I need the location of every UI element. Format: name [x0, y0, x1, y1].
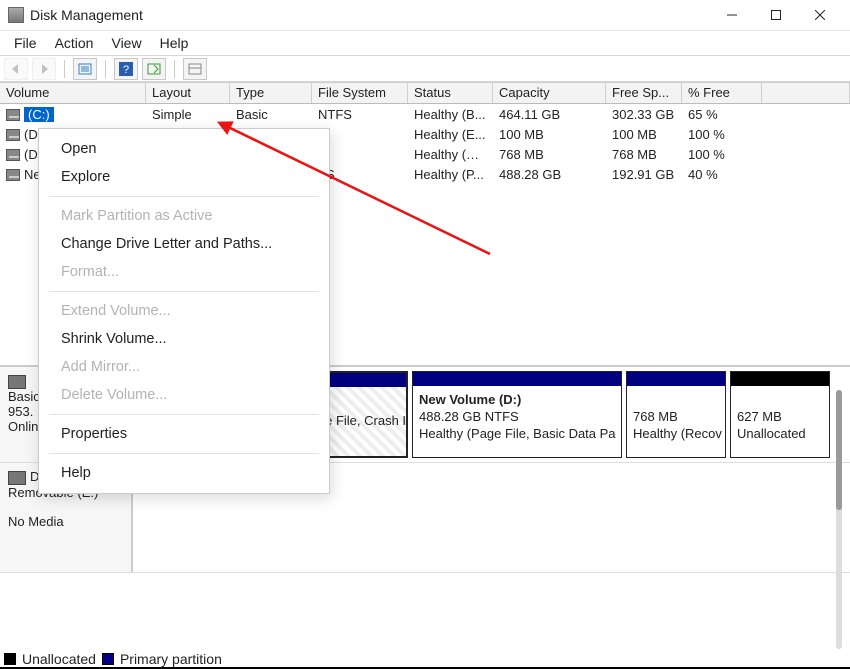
volume-label: (C:) — [24, 107, 54, 122]
app-icon — [8, 7, 24, 23]
disk-icon — [8, 471, 26, 485]
menu-view[interactable]: View — [103, 31, 149, 55]
toolbar-refresh-icon[interactable] — [142, 58, 166, 80]
ctx-help[interactable]: Help — [39, 459, 329, 487]
svg-text:?: ? — [123, 64, 129, 76]
ctx-open[interactable]: Open — [39, 135, 329, 163]
ctx-mark-active: Mark Partition as Active — [39, 202, 329, 230]
ctx-format: Format... — [39, 258, 329, 286]
window-title: Disk Management — [30, 7, 143, 23]
volume-columns: Volume Layout Type File System Status Ca… — [0, 82, 850, 104]
menubar: File Action View Help — [0, 30, 850, 56]
menu-help[interactable]: Help — [152, 31, 197, 55]
toolbar-list-icon[interactable] — [183, 58, 207, 80]
partition[interactable]: 768 MB Healthy (Recov — [626, 371, 726, 458]
col-volume[interactable]: Volume — [0, 83, 146, 103]
volume-row[interactable]: (C:) Simple Basic NTFS Healthy (B... 464… — [0, 104, 850, 124]
scrollbar[interactable] — [836, 390, 842, 649]
forward-button — [32, 58, 56, 80]
toolbar: ? — [0, 56, 850, 82]
toolbar-settings-icon[interactable] — [73, 58, 97, 80]
drive-icon — [6, 149, 20, 161]
close-button[interactable] — [798, 0, 842, 30]
col-type[interactable]: Type — [230, 83, 312, 103]
col-status[interactable]: Status — [408, 83, 493, 103]
drive-icon — [6, 109, 20, 121]
ctx-explore[interactable]: Explore — [39, 163, 329, 191]
ctx-properties[interactable]: Properties — [39, 420, 329, 448]
col-pct[interactable]: % Free — [682, 83, 762, 103]
disk-icon — [8, 375, 26, 389]
maximize-button[interactable] — [754, 0, 798, 30]
partition[interactable]: New Volume (D:) 488.28 GB NTFS Healthy (… — [412, 371, 622, 458]
minimize-button[interactable] — [710, 0, 754, 30]
col-capacity[interactable]: Capacity — [493, 83, 606, 103]
ctx-shrink[interactable]: Shrink Volume... — [39, 325, 329, 353]
col-free[interactable]: Free Sp... — [606, 83, 682, 103]
titlebar: Disk Management — [0, 0, 850, 30]
legend: Unallocated Primary partition — [4, 651, 222, 667]
legend-swatch-primary — [102, 653, 114, 665]
context-menu: Open Explore Mark Partition as Active Ch… — [38, 128, 330, 494]
ctx-change-letter[interactable]: Change Drive Letter and Paths... — [39, 230, 329, 258]
menu-file[interactable]: File — [6, 31, 45, 55]
menu-action[interactable]: Action — [47, 31, 102, 55]
col-layout[interactable]: Layout — [146, 83, 230, 103]
ctx-extend: Extend Volume... — [39, 297, 329, 325]
legend-swatch-unallocated — [4, 653, 16, 665]
back-button — [4, 58, 28, 80]
drive-icon — [6, 169, 20, 181]
col-fs[interactable]: File System — [312, 83, 408, 103]
partition-unallocated[interactable]: 627 MB Unallocated — [730, 371, 830, 458]
ctx-delete: Delete Volume... — [39, 381, 329, 409]
ctx-mirror: Add Mirror... — [39, 353, 329, 381]
drive-icon — [6, 129, 20, 141]
help-icon[interactable]: ? — [114, 58, 138, 80]
scrollbar-thumb[interactable] — [836, 390, 842, 510]
